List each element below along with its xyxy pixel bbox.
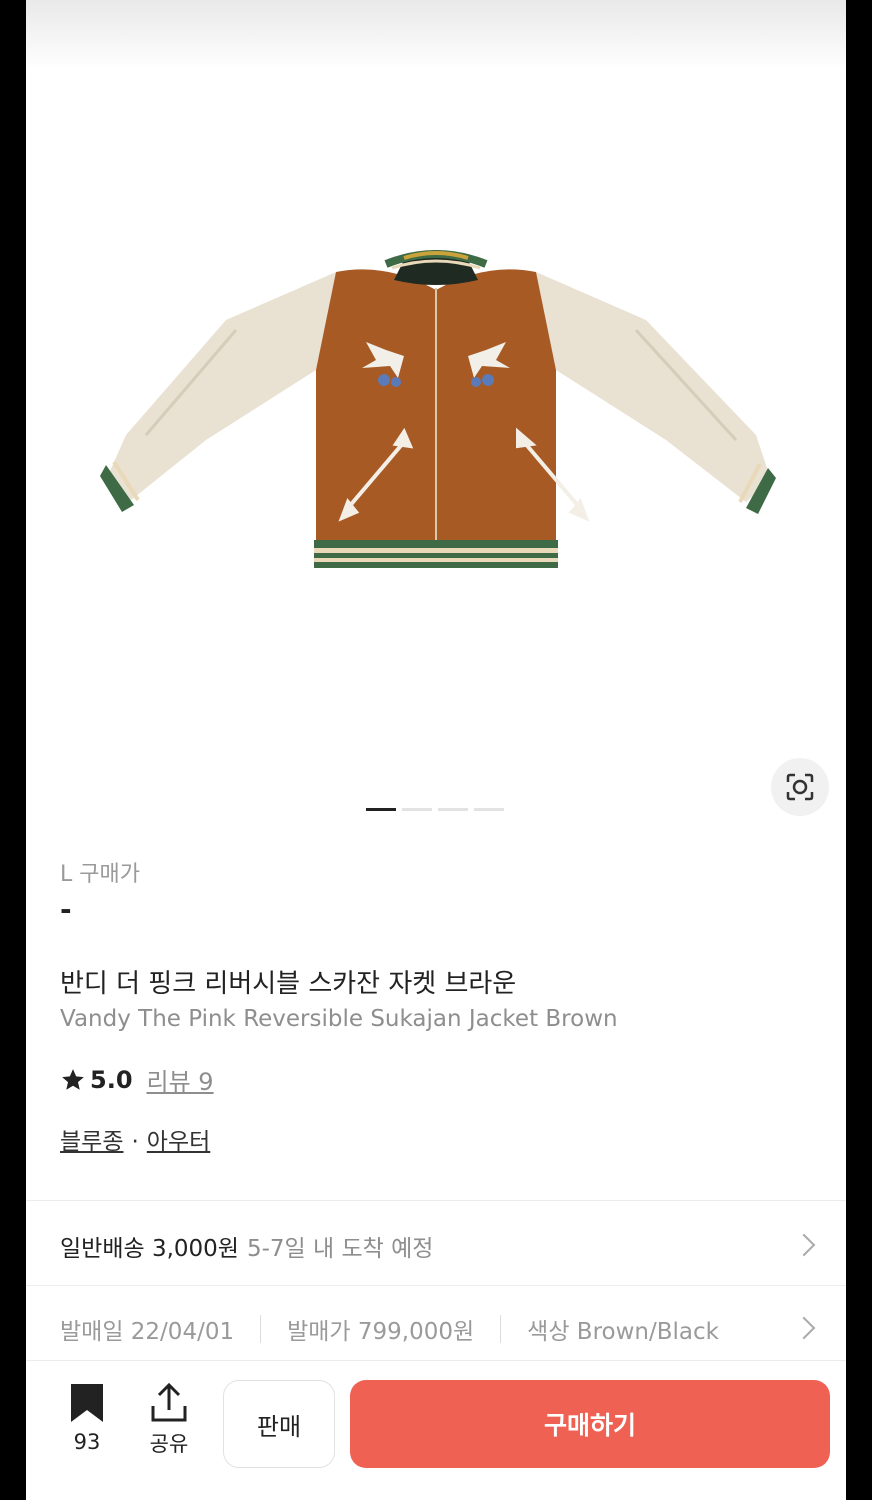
category-separator: ·	[131, 1129, 139, 1155]
size-price-label: L 구매가	[60, 862, 140, 887]
info-separator	[260, 1315, 262, 1343]
app-screen: L 구매가 - 반디 더 핑크 리버시블 스카잔 자켓 브라운 Vandy Th…	[26, 0, 846, 1500]
pagination-dot[interactable]	[402, 808, 432, 811]
product-color: 색상 Brown/Black	[527, 1319, 719, 1345]
category-link-outer[interactable]: 아우터	[147, 1129, 210, 1155]
star-icon	[62, 1068, 84, 1090]
bookmark-icon	[71, 1384, 103, 1422]
purchase-price: -	[60, 893, 72, 926]
release-price: 발매가 799,000원	[287, 1319, 475, 1345]
pagination-dot[interactable]	[366, 808, 396, 811]
share-icon	[151, 1382, 187, 1422]
product-name-korean: 반디 더 핑크 리버시블 스카잔 자켓 브라운	[60, 969, 517, 999]
product-info-row[interactable]: 발매일 22/04/01 발매가 799,000원 색상 Brown/Black	[60, 1312, 719, 1346]
category-breadcrumb: 블루종 · 아우터	[60, 1122, 210, 1156]
category-link-blouson[interactable]: 블루종	[60, 1129, 123, 1155]
share-button[interactable]: 공유	[146, 1382, 192, 1458]
rating-row: 5.0 리뷰 9	[60, 1062, 214, 1097]
bookmark-count: 93	[73, 1430, 101, 1454]
pagination-dot[interactable]	[438, 808, 468, 811]
share-label: 공유	[149, 1432, 189, 1456]
shipping-row[interactable]: 일반배송 3,000원 5-7일 내 도착 예정	[60, 1229, 433, 1263]
shipping-fee: 일반배송 3,000원	[60, 1236, 239, 1262]
pagination-dot[interactable]	[474, 808, 504, 811]
buy-button[interactable]: 구매하기	[350, 1380, 830, 1468]
divider	[26, 1200, 846, 1201]
jacket-image	[100, 250, 776, 568]
bookmark-button[interactable]: 93	[66, 1382, 108, 1454]
chevron-right-icon[interactable]	[792, 1316, 816, 1340]
divider	[26, 1285, 846, 1286]
sell-button[interactable]: 판매	[223, 1380, 335, 1468]
product-image-gallery[interactable]	[26, 70, 846, 830]
product-name-english: Vandy The Pink Reversible Sukajan Jacket…	[60, 1006, 618, 1032]
divider	[26, 1360, 846, 1361]
release-date: 발매일 22/04/01	[60, 1319, 235, 1345]
shipping-eta: 5-7일 내 도착 예정	[246, 1236, 434, 1262]
rating-score: 5.0	[90, 1065, 133, 1094]
status-bar-area	[26, 0, 846, 70]
review-link[interactable]: 리뷰 9	[147, 1062, 214, 1097]
gallery-pagination	[366, 808, 504, 812]
chevron-right-icon[interactable]	[792, 1233, 816, 1257]
bottom-action-bar: 93 공유 판매 구매하기	[26, 1362, 846, 1500]
lens-icon	[786, 773, 814, 801]
info-separator	[500, 1315, 502, 1343]
lens-search-button[interactable]	[771, 758, 829, 816]
